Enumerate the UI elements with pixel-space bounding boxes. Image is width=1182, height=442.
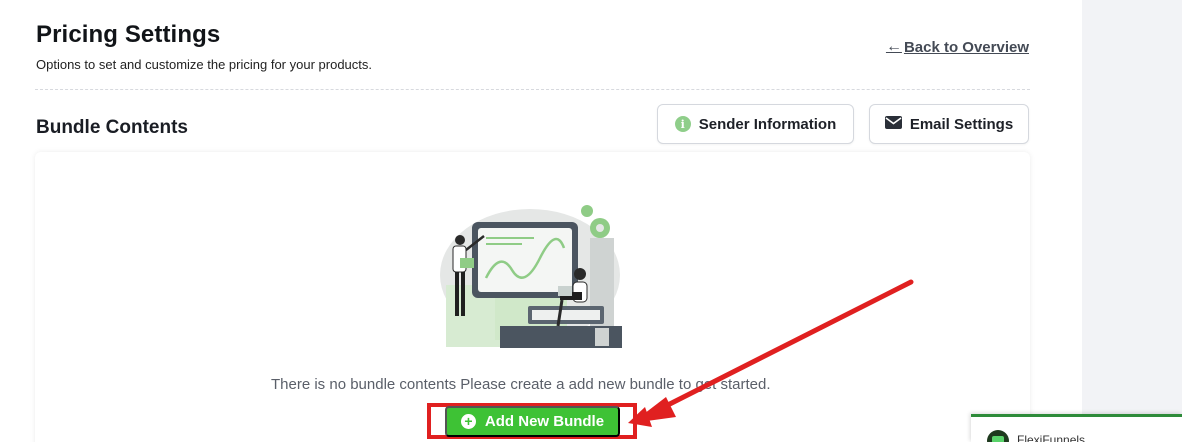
page-title: Pricing Settings [36, 21, 221, 48]
back-to-overview-link[interactable]: ← Back to Overview [886, 38, 1029, 56]
email-settings-button[interactable]: Email Settings [869, 104, 1029, 144]
page-subtitle: Options to set and customize the pricing… [36, 57, 373, 72]
arrow-left-icon: ← [885, 38, 902, 55]
header-divider [35, 89, 1030, 90]
plus-circle-icon: + [460, 414, 476, 429]
add-new-bundle-button[interactable]: + Add New Bundle [445, 406, 620, 437]
add-new-bundle-label: Add New Bundle [484, 413, 605, 430]
envelope-icon [884, 115, 902, 133]
sender-information-button[interactable]: i Sender Information [657, 104, 854, 144]
annotation-arrow [628, 279, 914, 427]
page: Pricing Settings Options to set and cust… [0, 0, 1182, 442]
back-link-label: Back to Overview [903, 38, 1029, 56]
widget-name: FlexiFunnels [1017, 433, 1086, 442]
right-side-panel [1082, 0, 1182, 442]
info-icon: i [674, 116, 691, 132]
sender-information-label: Sender Information [698, 115, 837, 133]
flexifunnels-widget[interactable]: FlexiFunnels [971, 414, 1182, 442]
email-settings-label: Email Settings [909, 115, 1014, 133]
flexifunnels-logo-icon [987, 430, 1009, 442]
section-title: Bundle Contents [36, 117, 188, 138]
